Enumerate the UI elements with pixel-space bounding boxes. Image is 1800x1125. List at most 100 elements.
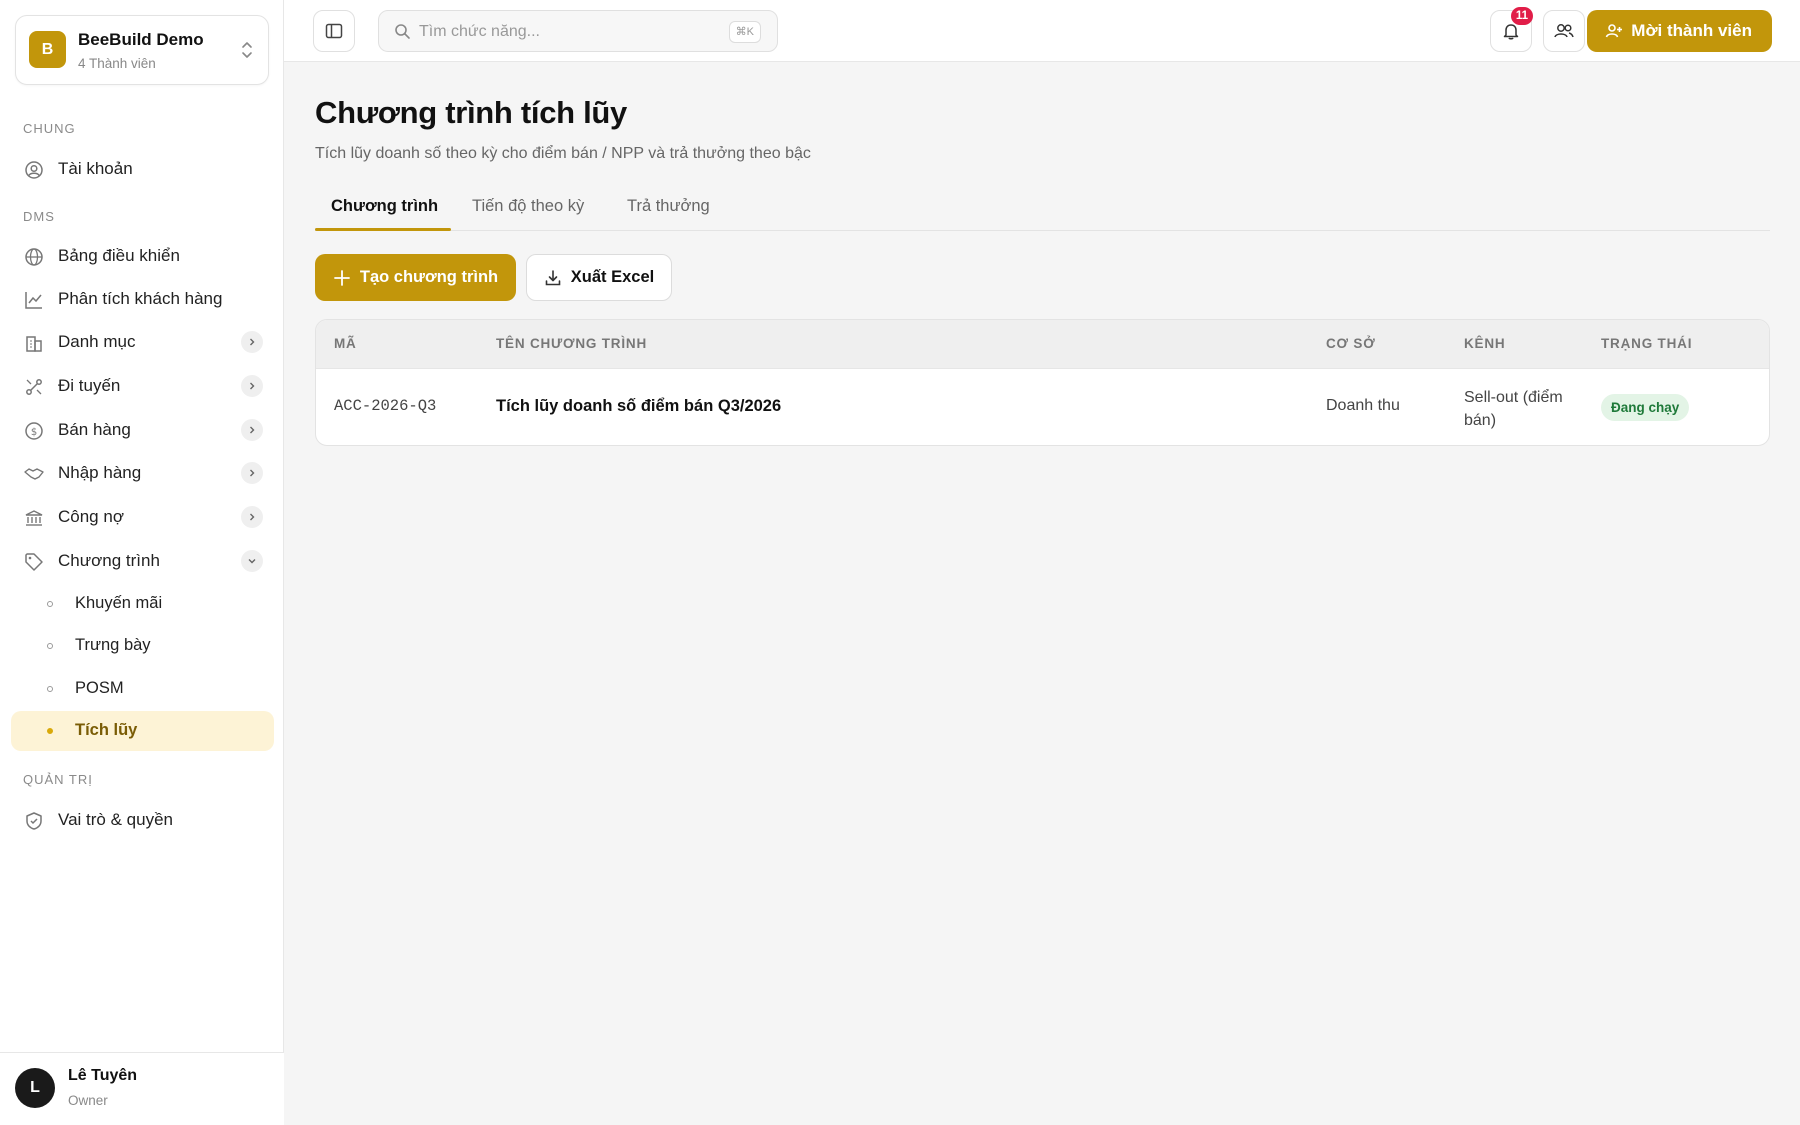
create-program-label: Tạo chương trình — [359, 268, 499, 286]
team-button[interactable] — [1543, 10, 1585, 52]
sidebar-item-label: Bảng điều khiển — [58, 246, 180, 265]
sidebar-item-dashboard[interactable]: Bảng điều khiển — [11, 236, 274, 276]
bullet-icon — [47, 643, 53, 649]
sidebar-item-label: Nhập hàng — [58, 463, 142, 482]
invite-member-button[interactable]: Mời thành viên — [1587, 10, 1772, 52]
avatar: L — [15, 1068, 55, 1108]
column-header-code[interactable]: MÃ — [334, 336, 357, 351]
sidebar-item-label: Tài khoản — [58, 159, 133, 178]
user-profile[interactable]: L Lê Tuyên Owner — [0, 1052, 284, 1125]
topbar: ⌘K 11 Mời thành viên — [284, 0, 1800, 62]
sidebar-item-label: Đi tuyến — [58, 376, 121, 395]
column-header-status[interactable]: TRẠNG THÁI — [1601, 336, 1692, 351]
handshake-icon — [24, 468, 44, 480]
workspace-logo: B — [29, 31, 66, 68]
sidebar-item-label: Bán hàng — [58, 420, 131, 439]
program-channel-line2: bán) — [1464, 412, 1497, 429]
chevron-down-icon[interactable] — [241, 550, 263, 572]
sidebar-subitem-display[interactable]: Trưng bày — [11, 626, 274, 666]
workspace-name: BeeBuild Demo — [78, 30, 204, 49]
notification-badge: 11 — [1510, 7, 1533, 25]
section-label-dms: DMS — [23, 209, 55, 224]
page-title: Chương trình tích lũy — [315, 95, 627, 130]
sidebar-subitem-posm[interactable]: POSM — [11, 669, 274, 709]
globe-icon — [25, 248, 43, 266]
chevron-right-icon[interactable] — [241, 506, 263, 528]
notifications-button[interactable]: 11 — [1490, 7, 1533, 52]
building-icon — [26, 336, 42, 352]
page-description: Tích lũy doanh số theo kỳ cho điểm bán /… — [315, 145, 811, 162]
sidebar-item-debts[interactable]: Công nợ — [11, 497, 274, 537]
sidebar-item-routes[interactable]: Đi tuyến — [11, 366, 274, 406]
dollar-icon: $ — [25, 422, 43, 440]
user-name: Lê Tuyên — [68, 1067, 138, 1084]
program-code: ACC-2026-Q3 — [334, 397, 437, 415]
shortcut-hint: ⌘K — [728, 21, 761, 43]
program-channel: Sell-out (điểm bán) — [1464, 386, 1563, 432]
sidebar-item-programs[interactable]: Chương trình — [11, 541, 274, 581]
search-icon — [395, 24, 410, 39]
sidebar-item-customer-analytics[interactable]: Phân tích khách hàng — [11, 279, 274, 319]
bullet-icon — [47, 728, 53, 734]
tab-bar: Chương trình Tiến độ theo kỳ Trả thưởng — [315, 190, 1770, 231]
sidebar-toggle-button[interactable] — [313, 10, 355, 52]
workspace-member-count: 4 Thành viên — [78, 56, 156, 71]
sidebar-item-roles[interactable]: Vai trò & quyền — [11, 800, 274, 840]
column-header-name[interactable]: TÊN CHƯƠNG TRÌNH — [496, 336, 647, 351]
sidebar-subitem-label: Khuyến mãi — [75, 594, 163, 612]
sidebar-subitem-label: Tích lũy — [75, 721, 138, 739]
invite-member-label: Mời thành viên — [1631, 21, 1752, 40]
chevron-right-icon[interactable] — [241, 331, 263, 353]
download-icon — [545, 269, 561, 285]
sidebar-item-label: Vai trò & quyền — [58, 810, 173, 829]
svg-text:$: $ — [31, 427, 37, 438]
bullet-icon — [47, 601, 53, 607]
tab-programs[interactable]: Chương trình — [331, 197, 438, 216]
chevron-up-down-icon — [242, 42, 252, 58]
chevron-right-icon[interactable] — [241, 462, 263, 484]
sidebar-subitem-promotions[interactable]: Khuyến mãi — [11, 584, 274, 624]
sidebar-panel-icon — [325, 23, 343, 39]
active-tab-indicator — [315, 228, 451, 231]
program-name[interactable]: Tích lũy doanh số điểm bán Q3/2026 — [496, 397, 781, 416]
bank-icon — [25, 510, 43, 526]
search-input[interactable] — [419, 19, 719, 45]
user-plus-icon — [1606, 24, 1623, 38]
sidebar-item-label: Phân tích khách hàng — [58, 289, 223, 308]
route-icon — [26, 379, 42, 395]
user-role: Owner — [68, 1093, 108, 1108]
chevron-right-icon[interactable] — [241, 375, 263, 397]
create-program-button[interactable]: Tạo chương trình — [315, 254, 516, 301]
export-excel-label: Xuất Excel — [570, 268, 655, 286]
sidebar-subitem-label: Trưng bày — [75, 636, 151, 654]
sidebar-item-catalog[interactable]: Danh mục — [11, 322, 274, 362]
tag-icon — [25, 553, 43, 571]
sidebar-item-account[interactable]: Tài khoản — [11, 149, 274, 189]
tab-rewards[interactable]: Trả thưởng — [627, 197, 710, 216]
export-excel-button[interactable]: Xuất Excel — [526, 254, 672, 301]
column-header-channel[interactable]: KÊNH — [1464, 336, 1505, 351]
workspace-switcher[interactable]: B BeeBuild Demo 4 Thành viên — [15, 15, 269, 85]
sidebar-item-purchasing[interactable]: Nhập hàng — [11, 453, 274, 493]
tab-period-progress[interactable]: Tiến độ theo kỳ — [472, 197, 584, 216]
table-row[interactable]: ACC-2026-Q3 Tích lũy doanh số điểm bán Q… — [316, 369, 1769, 445]
section-label-admin: QUẢN TRỊ — [23, 772, 93, 787]
chart-line-icon — [25, 292, 42, 309]
chevron-right-icon[interactable] — [241, 419, 263, 441]
sidebar-item-sales[interactable]: $ Bán hàng — [11, 410, 274, 450]
sidebar-subitem-accumulation[interactable]: Tích lũy — [11, 711, 274, 751]
program-basis: Doanh thu — [1326, 397, 1400, 414]
users-icon — [1554, 24, 1574, 38]
table-header: MÃ TÊN CHƯƠNG TRÌNH CƠ SỞ KÊNH TRẠNG THÁ… — [316, 320, 1769, 369]
sidebar: B BeeBuild Demo 4 Thành viên CHUNG Tài k… — [0, 0, 284, 1125]
sidebar-item-label: Công nợ — [58, 507, 124, 526]
sidebar-item-label: Danh mục — [58, 332, 136, 351]
shield-icon — [26, 812, 42, 830]
user-circle-icon — [25, 161, 43, 179]
column-header-basis[interactable]: CƠ SỞ — [1326, 336, 1376, 351]
section-label-chung: CHUNG — [23, 121, 76, 136]
search-box[interactable]: ⌘K — [378, 10, 778, 52]
status-badge: Đang chạy — [1601, 394, 1690, 421]
plus-icon — [333, 269, 350, 286]
sidebar-item-label: Chương trình — [58, 551, 160, 570]
